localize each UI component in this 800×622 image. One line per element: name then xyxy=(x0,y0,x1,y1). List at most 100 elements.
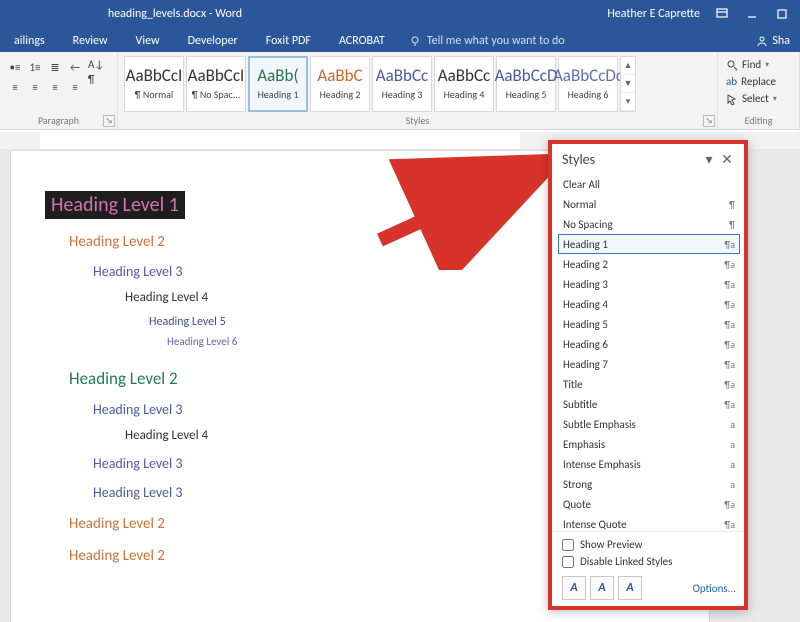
show-marks-icon[interactable]: ¶ xyxy=(88,73,104,86)
style-item-heading-5[interactable]: Heading 5¶a xyxy=(558,314,740,334)
find-button[interactable]: Find ▾ xyxy=(724,56,793,73)
numbering-icon[interactable]: 1≡ xyxy=(26,58,44,76)
multilevel-icon[interactable]: ≣ xyxy=(46,58,64,76)
style-swatch---normal[interactable]: AaBbCcI¶ Normal xyxy=(124,56,184,112)
style-swatch-heading-4[interactable]: AaBbCcHeading 4 xyxy=(434,56,494,112)
styles-options-link[interactable]: Options... xyxy=(693,582,736,595)
tell-me-search[interactable]: Tell me what you want to do xyxy=(399,30,575,52)
style-swatch---no-spac---[interactable]: AaBbCcI¶ No Spac... xyxy=(186,56,246,112)
show-preview-checkbox[interactable]: Show Preview xyxy=(562,536,736,553)
style-item-intense-emphasis[interactable]: Intense Emphasisa xyxy=(558,454,740,474)
tab-view[interactable]: View xyxy=(122,30,174,52)
swatch-name: Heading 1 xyxy=(258,88,299,101)
close-icon[interactable]: ✕ xyxy=(718,150,736,168)
style-gallery: AaBbCcI¶ NormalAaBbCcI¶ No Spac... AaBb( H… xyxy=(124,54,711,112)
swatch-name: Heading 6 xyxy=(568,88,609,101)
ribbon: •≡ 1≡ ≣ ← ≡ ≡ ≡ ≡ A↓ ¶ Paragraph ↘ AaBbC… xyxy=(0,52,800,130)
style-item-no-spacing[interactable]: No Spacing¶ xyxy=(558,214,740,234)
style-item-heading-3[interactable]: Heading 3¶a xyxy=(558,274,740,294)
title-bar: heading_levels.docx - Word Heather E Cap… xyxy=(0,0,800,28)
style-item-label: Subtle Emphasis xyxy=(563,418,730,431)
tab-acrobat[interactable]: ACROBAT xyxy=(325,30,399,52)
style-type-icon: ¶ xyxy=(729,218,735,231)
style-item-heading-4[interactable]: Heading 4¶a xyxy=(558,294,740,314)
style-item-heading-6[interactable]: Heading 6¶a xyxy=(558,334,740,354)
align-right-icon[interactable]: ≡ xyxy=(46,78,64,96)
ribbon-group-editing: Find ▾ ab Replace Select ▾ Editing xyxy=(718,52,800,129)
style-swatch-heading-3[interactable]: AaBbCcHeading 3 xyxy=(372,56,432,112)
style-item-heading-2[interactable]: Heading 2¶a xyxy=(558,254,740,274)
style-item-label: Heading 3 xyxy=(563,278,724,291)
style-item-emphasis[interactable]: Emphasisa xyxy=(558,434,740,454)
style-item-label: Intense Quote xyxy=(563,518,724,531)
lightbulb-icon xyxy=(409,35,421,47)
style-swatch-heading-1[interactable]: AaBb( Heading 1 xyxy=(248,56,308,112)
align-left-icon[interactable]: ≡ xyxy=(6,78,24,96)
style-item-label: Heading 1 xyxy=(563,238,724,251)
swatch-name: ¶ Normal xyxy=(135,88,173,101)
gallery-scroll: ▲▼▾ xyxy=(620,56,636,112)
style-swatch-heading-2[interactable]: AaBbCHeading 2 xyxy=(310,56,370,112)
align-center-icon[interactable]: ≡ xyxy=(26,78,44,96)
manage-styles-button[interactable]: A xyxy=(618,576,642,600)
style-type-icon: ¶ xyxy=(729,198,735,211)
sort-icon[interactable]: A↓ xyxy=(88,58,104,71)
style-item-heading-1[interactable]: Heading 1¶a xyxy=(558,234,740,254)
swatch-preview: AaBb( xyxy=(257,67,298,84)
style-item-label: Quote xyxy=(563,498,724,511)
styles-pane-title: Styles xyxy=(562,151,595,168)
style-item-label: Heading 4 xyxy=(563,298,724,311)
share-button[interactable]: Sha xyxy=(746,30,800,52)
find-icon xyxy=(726,59,738,71)
group-label-styles: Styles xyxy=(118,114,717,127)
style-item-clear-all[interactable]: Clear All xyxy=(558,174,740,194)
style-type-icon: ¶a xyxy=(724,338,735,351)
style-item-title[interactable]: Title¶a xyxy=(558,374,740,394)
minimize-icon[interactable] xyxy=(738,4,766,24)
user-name: Heather E Caprette xyxy=(350,7,704,21)
justify-icon[interactable]: ≡ xyxy=(66,78,84,96)
style-swatch-heading-6[interactable]: AaBbCcDcHeading 6 xyxy=(558,56,618,112)
ribbon-display-icon[interactable] xyxy=(708,4,736,24)
new-style-button[interactable]: A xyxy=(562,576,586,600)
style-item-subtitle[interactable]: Subtitle¶a xyxy=(558,394,740,414)
doc-h1[interactable]: Heading Level 1 xyxy=(45,191,185,219)
select-button[interactable]: Select ▾ xyxy=(724,90,793,107)
swatch-name: Heading 3 xyxy=(382,88,423,101)
style-item-label: Strong xyxy=(563,478,730,491)
pane-menu-icon[interactable]: ▾ xyxy=(700,150,718,168)
gallery-more-icon[interactable]: ▾ xyxy=(621,93,635,111)
styles-launcher-icon[interactable]: ↘ xyxy=(703,115,715,127)
swatch-name: Heading 2 xyxy=(320,88,361,101)
style-type-icon: ¶a xyxy=(724,318,735,331)
style-item-quote[interactable]: Quote¶a xyxy=(558,494,740,514)
style-item-label: Heading 5 xyxy=(563,318,724,331)
swatch-preview: AaBbCcDc xyxy=(553,67,623,84)
style-item-strong[interactable]: Stronga xyxy=(558,474,740,494)
document-title: heading_levels.docx - Word xyxy=(0,7,350,21)
gallery-up-icon[interactable]: ▲ xyxy=(621,57,635,75)
style-item-heading-7[interactable]: Heading 7¶a xyxy=(558,354,740,374)
style-item-intense-quote[interactable]: Intense Quote¶a xyxy=(558,514,740,531)
replace-button[interactable]: ab Replace xyxy=(724,73,793,90)
style-item-label: Emphasis xyxy=(563,438,730,451)
style-inspector-button[interactable]: A xyxy=(590,576,614,600)
bullets-icon[interactable]: •≡ xyxy=(6,58,24,76)
style-swatch-heading-5[interactable]: AaBbCcDHeading 5 xyxy=(496,56,556,112)
maximize-icon[interactable] xyxy=(768,4,796,24)
style-item-label: Heading 6 xyxy=(563,338,724,351)
disable-linked-checkbox[interactable]: Disable Linked Styles xyxy=(562,553,736,570)
tab-review[interactable]: Review xyxy=(59,30,122,52)
style-item-normal[interactable]: Normal¶ xyxy=(558,194,740,214)
style-item-label: Clear All xyxy=(563,178,735,191)
tab-foxit[interactable]: Foxit PDF xyxy=(252,30,325,52)
paragraph-launcher-icon[interactable]: ↘ xyxy=(103,115,115,127)
swatch-name: Heading 5 xyxy=(506,88,547,101)
style-item-label: Heading 2 xyxy=(563,258,724,271)
tab-developer[interactable]: Developer xyxy=(174,30,252,52)
tab-mailings[interactable]: ailings xyxy=(0,30,59,52)
style-item-subtle-emphasis[interactable]: Subtle Emphasisa xyxy=(558,414,740,434)
style-item-label: Normal xyxy=(563,198,729,211)
gallery-down-icon[interactable]: ▼ xyxy=(621,75,635,93)
decrease-indent-icon[interactable]: ← xyxy=(66,58,84,76)
